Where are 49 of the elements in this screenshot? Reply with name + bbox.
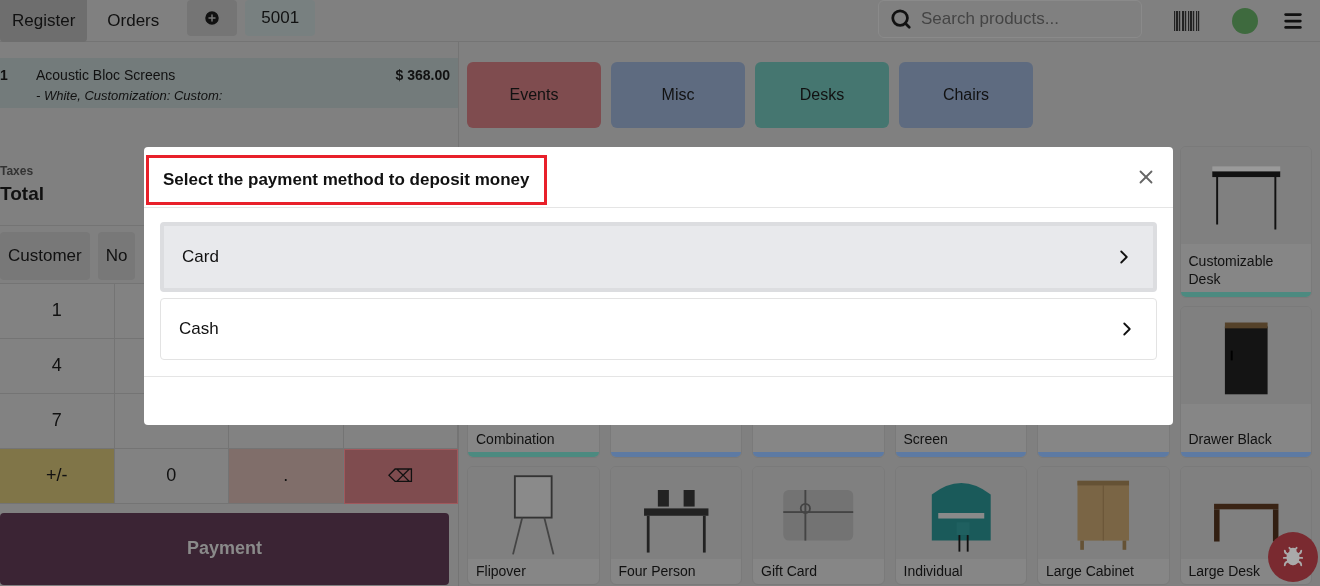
- numpad-key[interactable]: .: [229, 448, 344, 504]
- order-tab[interactable]: 5001: [245, 0, 316, 36]
- total-label: Total: [0, 182, 44, 206]
- category-button[interactable]: Events: [467, 62, 601, 128]
- product-card[interactable]: Individual: [894, 466, 1027, 585]
- product-name: Four Person: [618, 562, 697, 580]
- product-name: Large Desk: [1188, 562, 1262, 580]
- product-name: Screen: [903, 430, 949, 448]
- product-name: Flipover: [476, 562, 527, 580]
- category-button[interactable]: Misc: [611, 62, 745, 128]
- numpad-key[interactable]: +/-: [0, 448, 115, 504]
- product-name: Large Cabinet: [1046, 562, 1135, 580]
- action-button[interactable]: Customer: [0, 231, 90, 280]
- numpad-key[interactable]: ⌫: [343, 448, 458, 504]
- product-card[interactable]: Gift Card: [752, 466, 885, 585]
- product-card[interactable]: Drawer Black: [1179, 306, 1312, 458]
- product-name: Individual: [903, 562, 964, 580]
- numpad-key[interactable]: 1: [0, 283, 115, 339]
- bug-icon: [1282, 546, 1304, 568]
- product-card[interactable]: Flipover: [467, 466, 600, 585]
- search-field[interactable]: Search products...: [878, 0, 1142, 38]
- category-button[interactable]: Desks: [755, 62, 889, 128]
- payment-button[interactable]: Payment: [0, 512, 449, 585]
- payment-method-option[interactable]: Card: [160, 222, 1157, 292]
- line-quantity: 1: [0, 66, 9, 85]
- product-name: Gift Card: [761, 562, 818, 580]
- numpad-key[interactable]: 0: [114, 448, 229, 504]
- line-price: $ 368.00: [395, 66, 450, 85]
- product-name: Combination: [476, 430, 556, 448]
- nav-tab[interactable]: Orders: [95, 0, 172, 42]
- product-attributes: - White, Customization: Custom:: [36, 87, 224, 105]
- product-card[interactable]: Large Cabinet: [1037, 466, 1170, 585]
- search-icon: [890, 8, 912, 30]
- numpad-key[interactable]: 4: [0, 338, 115, 394]
- product-name: Drawer Black: [1188, 430, 1273, 448]
- taxes-label: Taxes: [0, 163, 34, 180]
- new-order-button[interactable]: [187, 0, 238, 36]
- action-button[interactable]: No: [97, 231, 136, 280]
- category-button[interactable]: Chairs: [899, 62, 1033, 128]
- barcode-icon[interactable]: [1174, 10, 1200, 31]
- product-name: Customizable Desk: [1188, 252, 1275, 288]
- payment-method-option[interactable]: Cash: [160, 298, 1157, 360]
- product-name: Acoustic Bloc Screens: [36, 66, 177, 85]
- plus-icon: [203, 9, 222, 27]
- product-card[interactable]: Customizable Desk: [1179, 146, 1312, 298]
- numpad-key[interactable]: 7: [0, 393, 115, 449]
- product-card[interactable]: Four Person: [609, 466, 742, 585]
- dialog-title: Select the payment method to deposit money: [146, 155, 547, 205]
- nav-tab[interactable]: Register: [0, 0, 88, 42]
